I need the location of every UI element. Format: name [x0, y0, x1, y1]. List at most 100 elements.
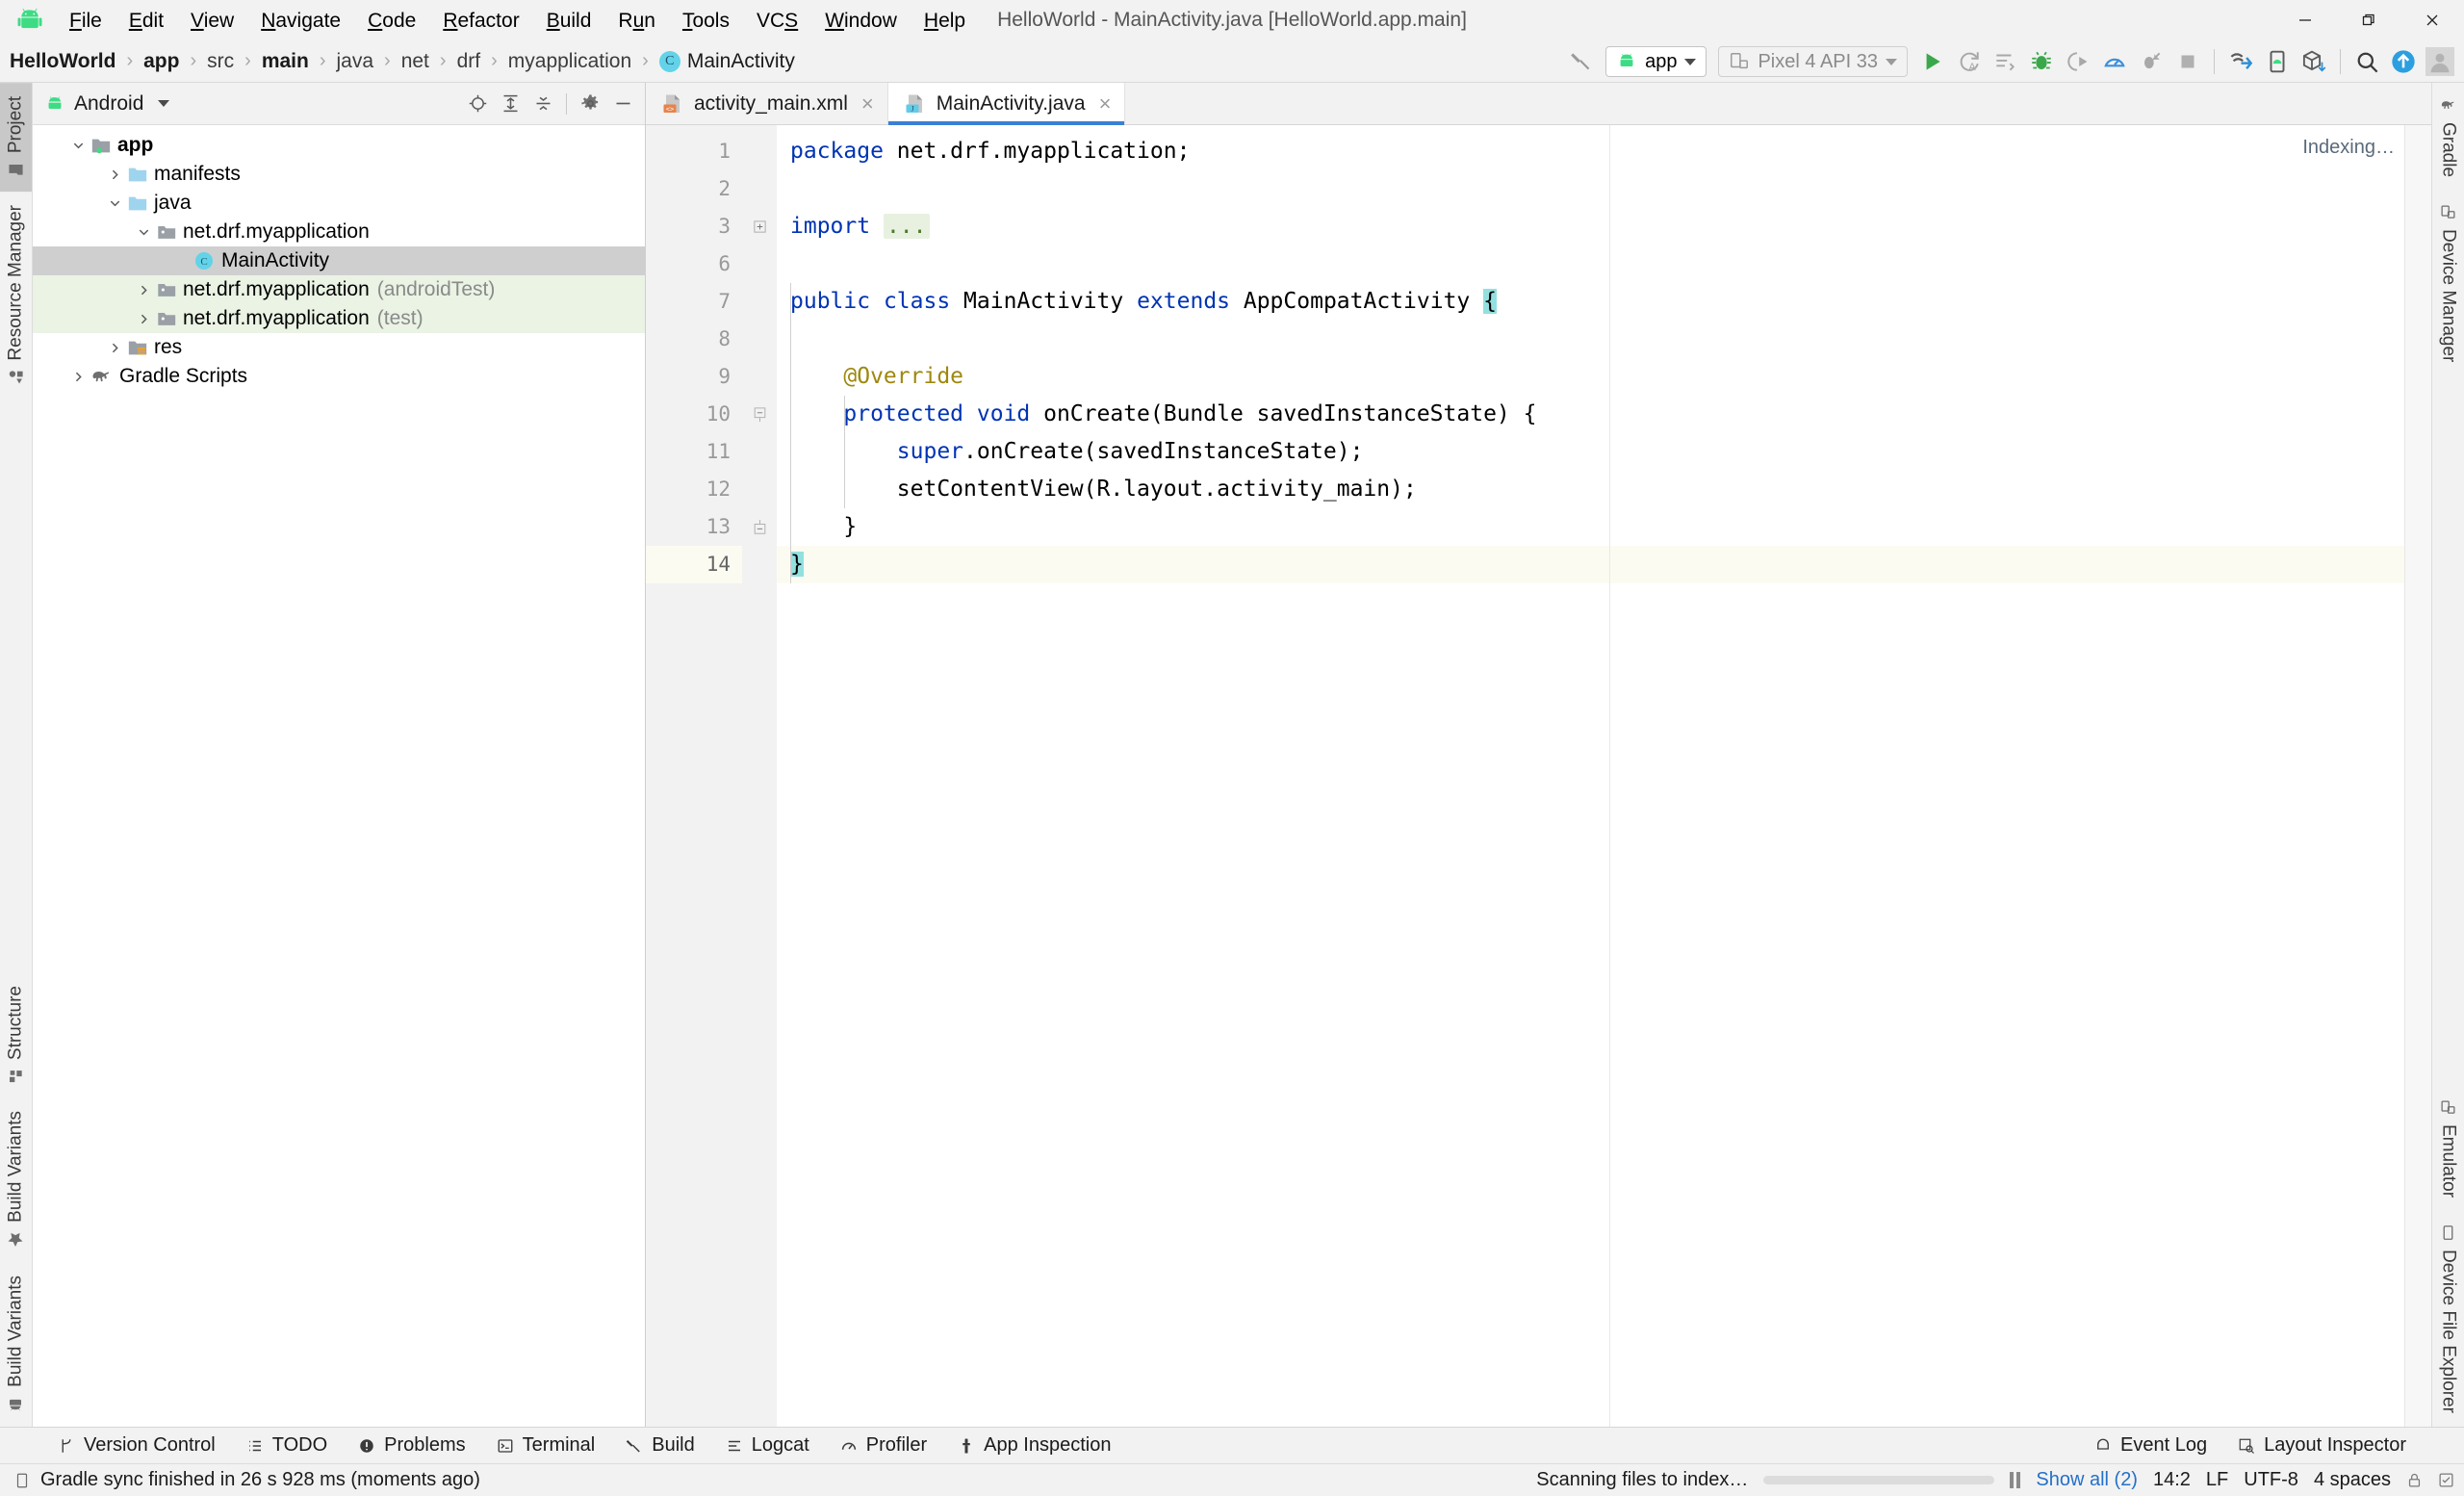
code-line-8[interactable] [777, 321, 2404, 358]
chevron-right-icon[interactable] [102, 168, 127, 182]
editor-tab-mainactivity-java[interactable]: J MainActivity.java × [888, 83, 1126, 124]
gear-icon[interactable] [574, 88, 606, 120]
run-configuration-selector[interactable]: app [1605, 46, 1707, 77]
code-line-9[interactable]: @Override [777, 358, 2404, 396]
close-icon[interactable]: × [1099, 91, 1112, 116]
avatar[interactable] [2422, 43, 2458, 80]
debug-button[interactable] [2023, 43, 2060, 80]
gradle-sync-button[interactable] [2296, 43, 2332, 80]
sidebar-item-favorites[interactable]: Build Variants [0, 1097, 32, 1262]
tool-button-layout-inspector[interactable]: Layout Inspector [2222, 1431, 2422, 1460]
breadcrumb-item-main[interactable]: main [260, 48, 311, 75]
menu-code[interactable]: Code [354, 7, 429, 35]
code-text[interactable]: package net.drf.myapplication; import ..… [777, 125, 2404, 1427]
menu-refactor[interactable]: Refactor [429, 7, 532, 35]
chevron-right-icon[interactable] [131, 283, 156, 297]
menu-build[interactable]: Build [533, 7, 605, 35]
code-folding-gutter[interactable] [742, 125, 777, 1427]
menu-run[interactable]: Run [604, 7, 669, 35]
sidebar-item-gradle[interactable]: Gradle [2432, 83, 2464, 191]
tool-button-problems[interactable]: Problems [343, 1431, 480, 1460]
code-line-2[interactable] [777, 170, 2404, 208]
menu-view[interactable]: View [177, 7, 247, 35]
read-only-lock-icon[interactable] [2406, 1472, 2423, 1488]
menu-vcs[interactable]: VCS [743, 7, 811, 35]
collapse-all-button[interactable] [526, 88, 559, 120]
sidebar-item-build-variants[interactable]: Favorites Build Variants Build Variants [0, 1262, 32, 1427]
breadcrumb-item-helloworld[interactable]: HelloWorld [8, 48, 117, 75]
breadcrumb-item-mainactivity[interactable]: CMainActivity [657, 48, 797, 75]
code-line-13[interactable]: } [777, 508, 2404, 546]
tree-item-package-main[interactable]: net.drf.myapplication [33, 218, 645, 246]
code-editor[interactable]: 1 2 3 6 7 8 9 10 11 12 13 14 [646, 125, 2431, 1427]
breadcrumb-item-src[interactable]: src [205, 48, 236, 75]
show-all-link[interactable]: Show all (2) [2036, 1469, 2138, 1491]
tool-button-profiler[interactable]: Profiler [825, 1431, 942, 1460]
code-view[interactable]: 1 2 3 6 7 8 9 10 11 12 13 14 [646, 125, 2404, 1427]
code-line-11[interactable]: super.onCreate(savedInstanceState); [777, 433, 2404, 471]
menu-tools[interactable]: Tools [669, 7, 743, 35]
tree-item-package-androidtest[interactable]: net.drf.myapplication (androidTest) [33, 275, 645, 304]
code-line-3[interactable]: import ... [777, 208, 2404, 245]
run-with-coverage-button[interactable] [2133, 43, 2169, 80]
tree-item-app[interactable]: app [33, 131, 645, 160]
tool-button-event-log[interactable]: Event Log [2079, 1431, 2222, 1460]
breadcrumb-item-drf[interactable]: drf [455, 48, 483, 75]
tree-item-manifests[interactable]: manifests [33, 160, 645, 189]
fold-expand-imports-icon[interactable] [742, 208, 777, 245]
code-line-6[interactable] [777, 245, 2404, 283]
menu-window[interactable]: Window [811, 7, 911, 35]
updates-button[interactable] [2385, 43, 2422, 80]
sidebar-item-device-manager[interactable]: Device Manager [2432, 191, 2464, 375]
maximize-icon[interactable] [2337, 0, 2400, 40]
chevron-right-icon[interactable] [102, 341, 127, 355]
sidebar-item-structure[interactable]: Structure [0, 972, 32, 1097]
line-separator[interactable]: LF [2206, 1469, 2228, 1491]
code-line-10[interactable]: protected void onCreate(Bundle savedInst… [777, 396, 2404, 433]
run-button[interactable] [1913, 43, 1950, 80]
minimize-icon[interactable] [2273, 0, 2337, 40]
tree-item-gradle-scripts[interactable]: Gradle Scripts [33, 362, 645, 391]
stop-button[interactable] [2169, 43, 2206, 80]
close-icon[interactable]: × [861, 91, 874, 116]
tool-button-app-inspection[interactable]: App Inspection [942, 1431, 1126, 1460]
editor-tab-activity-main-xml[interactable]: <> activity_main.xml × [646, 83, 888, 124]
device-manager-button[interactable] [2259, 43, 2296, 80]
tool-button-terminal[interactable]: Terminal [481, 1431, 611, 1460]
status-message-area[interactable]: Gradle sync finished in 26 s 928 ms (mom… [13, 1469, 480, 1491]
attach-debugger-button[interactable] [2060, 43, 2096, 80]
chevron-right-icon[interactable] [65, 370, 90, 384]
code-line-12[interactable]: setContentView(R.layout.activity_main); [777, 471, 2404, 508]
menu-file[interactable]: File [56, 7, 116, 35]
search-everywhere-button[interactable] [2348, 43, 2385, 80]
inspection-widget-icon[interactable] [2438, 1472, 2454, 1488]
breadcrumb-item-java[interactable]: java [335, 48, 376, 75]
tree-item-mainactivity[interactable]: C MainActivity [33, 246, 645, 275]
breadcrumb-item-myapplication[interactable]: myapplication [506, 48, 633, 75]
tree-item-java[interactable]: java [33, 189, 645, 218]
fold-collapse-method-end-icon[interactable] [742, 508, 777, 546]
sidebar-item-resource-manager[interactable]: Resource Manager [0, 192, 32, 400]
device-selector[interactable]: Pixel 4 API 33 [1718, 46, 1908, 77]
caret-position[interactable]: 14:2 [2153, 1469, 2191, 1491]
menu-help[interactable]: Help [911, 7, 979, 35]
tool-button-logcat[interactable]: Logcat [710, 1431, 825, 1460]
expand-all-button[interactable] [494, 88, 526, 120]
collapsed-imports-placeholder[interactable]: ... [884, 214, 930, 239]
pause-indexing-button[interactable] [2010, 1472, 2020, 1488]
tree-item-package-test[interactable]: net.drf.myapplication (test) [33, 304, 645, 333]
menu-navigate[interactable]: Navigate [247, 7, 354, 35]
tool-button-todo[interactable]: TODO [231, 1431, 343, 1460]
code-line-1[interactable]: package net.drf.myapplication; [777, 133, 2404, 170]
chevron-down-icon[interactable] [102, 196, 127, 211]
sidebar-item-emulator[interactable]: Emulator [2432, 1086, 2464, 1211]
select-opened-file-button[interactable] [461, 88, 494, 120]
tree-item-res[interactable]: res [33, 333, 645, 362]
error-stripe-scrollbar[interactable] [2404, 125, 2431, 1427]
breadcrumb-item-app[interactable]: app [141, 48, 181, 75]
chevron-down-icon[interactable] [131, 225, 156, 240]
apply-changes-button[interactable]: A [1950, 43, 1987, 80]
fold-collapse-method-icon[interactable] [742, 396, 777, 433]
make-project-button[interactable] [1563, 43, 1600, 80]
indent-setting[interactable]: 4 spaces [2314, 1469, 2391, 1491]
